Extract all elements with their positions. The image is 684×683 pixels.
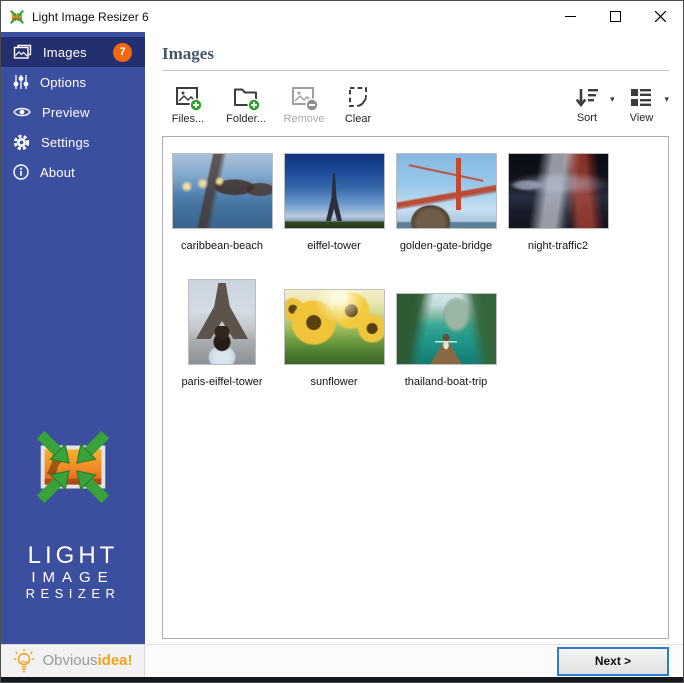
thumbnail-paris-eiffel-tower[interactable]: paris-eiffel-tower [166,279,278,388]
sidebar-item-images[interactable]: Images 7 [1,37,145,67]
eye-icon [13,106,31,118]
thumbnail-image [396,293,497,365]
sliders-icon [13,74,29,90]
logo-text-resizer: RESIZER [1,586,145,602]
sidebar-item-label: Options [40,75,86,90]
sort-label: Sort [577,112,597,124]
thumbnail-night-traffic2[interactable]: night-traffic2 [502,153,614,252]
sidebar-item-settings[interactable]: Settings [1,127,145,157]
thumbnail-label: eiffel-tower [307,240,361,252]
sidebar-nav: Images 7 Options [1,32,145,187]
add-folder-button[interactable]: Folder... [222,84,270,125]
app-logo-icon [9,9,25,25]
thumbnail-golden-gate-bridge[interactable]: golden-gate-bridge [390,153,502,252]
thumbnail-label: paris-eiffel-tower [181,376,262,388]
close-button[interactable] [638,1,683,32]
images-icon [13,44,32,60]
thumbnail-sunflower[interactable]: sunflower [278,289,390,388]
clear-button[interactable]: Clear [338,84,378,125]
thumbnail-label: sunflower [310,376,357,388]
maximize-button[interactable] [593,1,638,32]
thumbnail-image [188,279,256,365]
sidebar-item-label: About [40,165,75,180]
obviousidea-link[interactable]: Obviousidea! [1,644,145,677]
add-image-icon [173,84,203,112]
add-folder-icon [231,84,261,112]
view-dropdown[interactable]: View ▾ [622,84,669,124]
add-folder-label: Folder... [226,113,266,125]
thumbnail-image [284,153,385,229]
clear-selection-icon [346,84,370,112]
sidebar-item-label: Preview [42,105,90,120]
sidebar-item-label: Settings [41,135,90,150]
remove-image-icon [289,84,319,112]
sidebar-item-options[interactable]: Options [1,67,145,97]
view-icon [628,84,654,112]
sidebar: Images 7 Options [1,32,145,677]
thumbnail-image [284,289,385,365]
thumbnail-image [396,153,497,229]
gear-icon [13,134,30,151]
minimize-icon [565,11,576,22]
window-bottom-edge [1,677,683,682]
thumbnail-row: caribbean-beach eiffel-tower golden-gate… [166,153,668,252]
thumbnail-image [508,153,609,229]
add-files-button[interactable]: Files... [164,84,212,125]
clear-label: Clear [345,113,371,125]
thumbnail-label: night-traffic2 [528,240,588,252]
add-files-label: Files... [172,113,204,125]
sidebar-item-label: Images [43,45,87,60]
thumbnail-image [172,153,273,229]
thumbnail-label: caribbean-beach [181,240,263,252]
resizer-logo-icon [29,423,117,511]
thumbnail-label: thailand-boat-trip [405,376,488,388]
logo-text-image: IMAGE [1,569,145,586]
bottom-action-bar: Next > [145,644,683,677]
titlebar: Light Image Resizer 6 [1,1,683,32]
main-area: Images Files... [145,32,683,677]
sort-caret-icon[interactable]: ▾ [610,94,615,105]
sort-icon [574,84,600,112]
brand-text-orange: idea! [98,652,133,669]
sidebar-item-about[interactable]: About [1,157,145,187]
image-list-panel: caribbean-beach eiffel-tower golden-gate… [162,136,669,639]
remove-label: Remove [284,113,325,125]
app-branding: LIGHT IMAGE RESIZER [1,423,145,644]
minimize-button[interactable] [548,1,593,32]
info-icon [13,164,29,180]
maximize-icon [610,11,621,22]
window-content: Images 7 Options [1,32,683,677]
toolbar: Files... Folder... [162,71,669,136]
logo-text-light: LIGHT [1,543,145,569]
view-label: View [630,112,654,124]
sort-dropdown[interactable]: Sort ▾ [568,84,615,124]
view-caret-icon[interactable]: ▾ [664,94,669,105]
close-icon [655,11,666,22]
sidebar-item-preview[interactable]: Preview [1,97,145,127]
remove-button: Remove [280,84,328,125]
page-title: Images [162,44,669,64]
next-button[interactable]: Next > [557,647,669,676]
thumbnail-row: paris-eiffel-tower sunflower thailand-bo… [166,279,668,388]
brand-text-gray: Obvious [42,652,97,669]
thumbnail-thailand-boat-trip[interactable]: thailand-boat-trip [390,293,502,388]
window-title: Light Image Resizer 6 [32,10,548,24]
thumbnail-label: golden-gate-bridge [400,240,492,252]
image-count-badge: 7 [113,43,132,62]
app-window: Light Image Resizer 6 Images 7 [0,0,684,683]
thumbnail-caribbean-beach[interactable]: caribbean-beach [166,153,278,252]
lightbulb-icon [12,648,36,674]
thumbnail-eiffel-tower[interactable]: eiffel-tower [278,153,390,252]
